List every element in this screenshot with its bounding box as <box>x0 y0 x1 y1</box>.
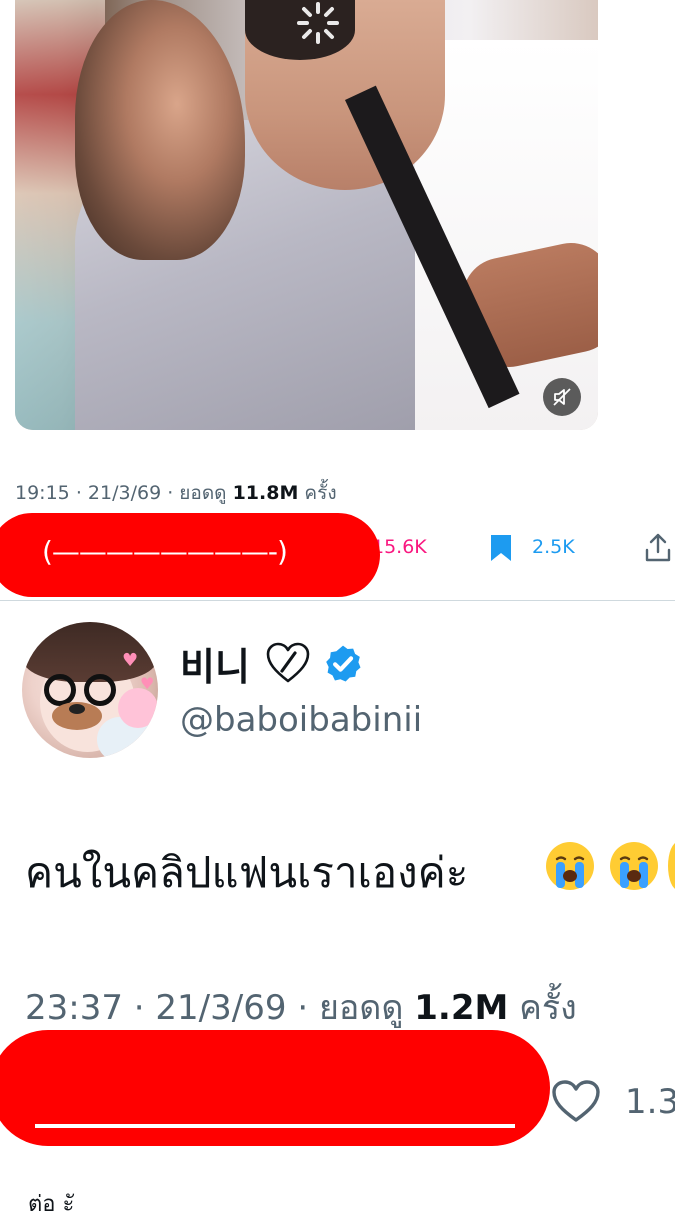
avatar[interactable]: ♥ ♥ <box>22 622 158 758</box>
tweet-divider <box>0 600 675 601</box>
share-icon[interactable] <box>643 532 673 564</box>
crying-emoji <box>546 842 594 890</box>
tweet2-views-label: ยอดดู <box>318 988 404 1028</box>
tweet1-views-label: ยอดดู <box>179 482 227 504</box>
tweet-video[interactable] <box>15 0 598 430</box>
broken-heart-emoji <box>266 642 310 683</box>
tweet1-meta: 19:15 · 21/3/69 · ยอดดู 11.8M ครั้ง <box>15 482 337 504</box>
spinner-icon <box>297 2 339 44</box>
tweet2-views-suffix: ครั้ง <box>519 988 577 1028</box>
tweet-text: คนในคลิปแฟนเราเองค่ะ <box>25 848 469 897</box>
crying-emoji-partial <box>668 842 675 890</box>
redaction-mark <box>0 1030 550 1146</box>
tweet1-views-suffix: ครั้ง <box>304 482 337 504</box>
reply-peek-text: ต่อ ะั <box>28 1192 75 1217</box>
tweet2-time: 23:37 <box>25 988 123 1028</box>
tweet1-views: 11.8M <box>232 482 299 504</box>
redaction-scribble: (————————-) <box>42 535 288 568</box>
bookmark-icon[interactable] <box>487 533 515 563</box>
tweet1-date: 21/3/69 <box>87 482 162 504</box>
handle[interactable]: @baboibabinii <box>180 700 422 740</box>
video-frame-person <box>75 0 245 260</box>
mute-button[interactable] <box>543 378 581 416</box>
tweet1-time: 19:15 <box>15 482 70 504</box>
display-name[interactable]: 비니 <box>180 636 250 691</box>
heart-icon[interactable] <box>550 1078 602 1124</box>
tweet2-like-count[interactable]: 1.3 <box>625 1082 675 1122</box>
redaction-line <box>35 1124 515 1128</box>
tweet1-bookmark-count[interactable]: 2.5K <box>532 536 575 558</box>
tweet2-meta: 23:37 · 21/3/69 · ยอดดู 1.2M ครั้ง <box>25 988 577 1028</box>
tweet2-views: 1.2M <box>414 988 509 1028</box>
mute-icon <box>553 388 571 406</box>
tweet2-date: 21/3/69 <box>155 988 287 1028</box>
verified-icon <box>326 645 361 682</box>
tweet1-like-count[interactable]: 15.6K <box>372 536 427 558</box>
crying-emoji <box>610 842 658 890</box>
